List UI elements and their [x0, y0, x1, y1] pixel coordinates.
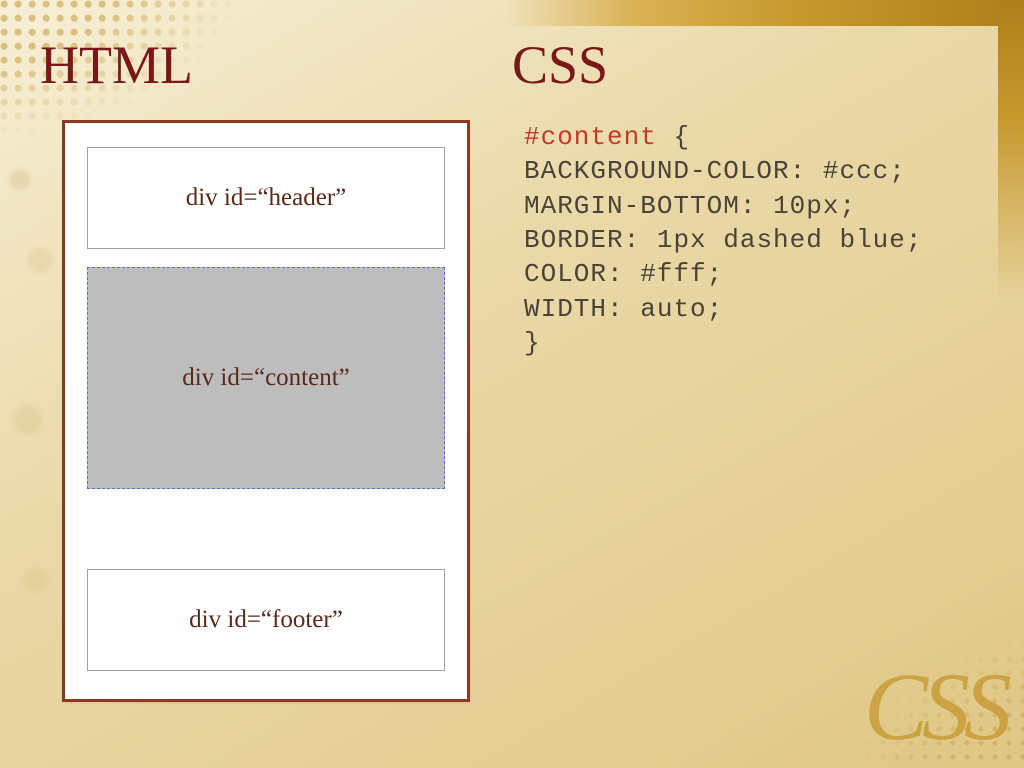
heading-css: CSS — [512, 34, 984, 96]
diagram-footer-box: div id=“footer” — [87, 569, 445, 671]
css-code-block: #content { background-color: #ccc; margi… — [524, 120, 984, 360]
diagram-header-box: div id=“header” — [87, 147, 445, 249]
html-structure-diagram: div id=“header” div id=“content” div id=… — [62, 120, 470, 702]
diagram-content-box: div id=“content” — [87, 267, 445, 489]
heading-html: HTML — [40, 34, 512, 96]
